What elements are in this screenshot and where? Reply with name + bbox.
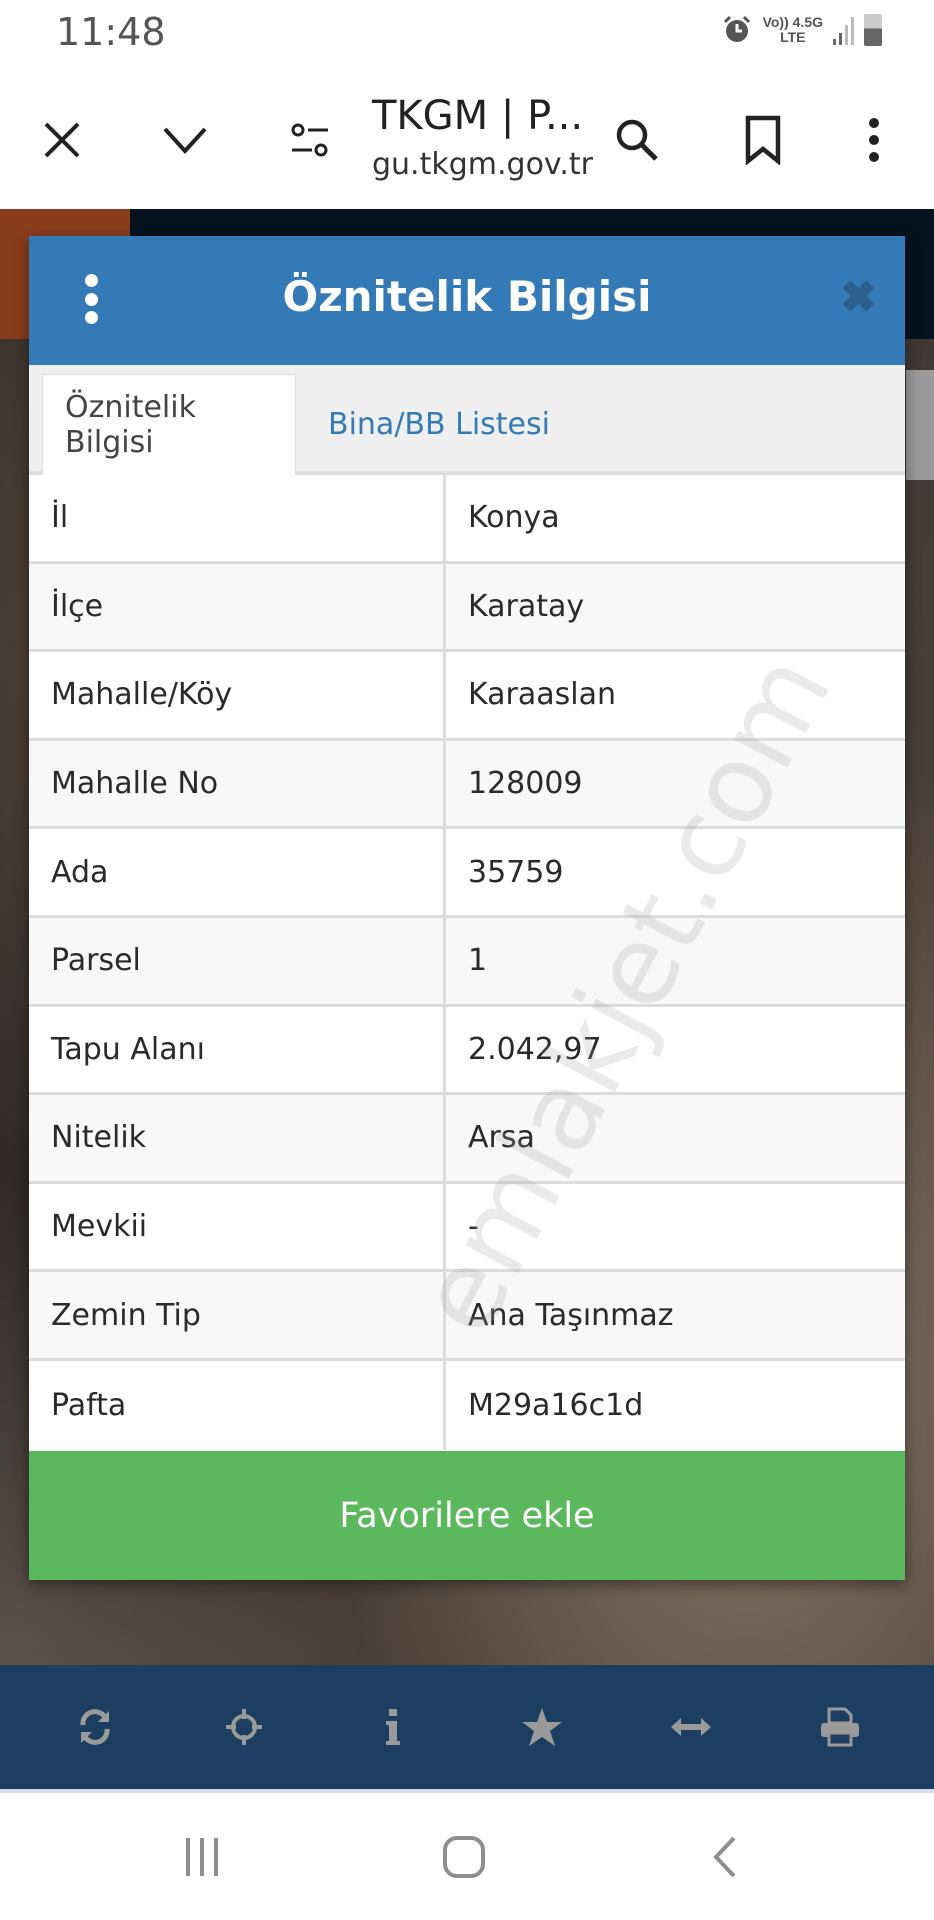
chevron-down-icon	[163, 127, 207, 154]
page-url[interactable]: gu.tkgm.gov.tr	[372, 147, 593, 182]
table-row: Mahalle/Köy Karaaslan	[29, 652, 905, 741]
row-key: Nitelik	[29, 1095, 446, 1181]
table-row: Ada 35759	[29, 829, 905, 918]
page-title[interactable]: TKGM | P...	[372, 93, 583, 139]
row-key: Mahalle No	[29, 740, 446, 827]
signal-icon	[833, 15, 854, 45]
network-type: Vo)) 4.5G LTE	[762, 14, 823, 45]
measure-button[interactable]	[661, 1697, 721, 1757]
minimize-button[interactable]	[155, 110, 215, 170]
table-row: Parsel 1	[29, 917, 905, 1007]
browser-toolbar: TKGM | P... gu.tkgm.gov.tr	[0, 75, 934, 209]
map-scrollbar[interactable]	[906, 370, 934, 480]
locate-button[interactable]	[214, 1697, 274, 1757]
table-row: Mevkii -	[29, 1183, 905, 1273]
map-toolbar	[0, 1665, 934, 1793]
locate-icon	[225, 1709, 262, 1745]
row-key: Mevkii	[29, 1183, 446, 1270]
status-icons: Vo)) 4.5G LTE	[721, 14, 882, 46]
table-row: Tapu Alanı 2.042,97	[29, 1006, 905, 1096]
bookmark-icon	[745, 115, 781, 165]
modal-header: Öznitelik Bilgisi ✖	[29, 236, 905, 365]
row-value: -	[468, 1209, 479, 1245]
row-value: M29a16c1d	[468, 1387, 644, 1423]
row-value: Karatay	[468, 588, 585, 624]
row-key: Tapu Alanı	[29, 1006, 446, 1093]
row-key: İl	[29, 475, 446, 561]
find-button[interactable]	[607, 110, 667, 170]
modal-title: Öznitelik Bilgisi	[282, 272, 652, 321]
row-key: İlçe	[29, 563, 446, 650]
home-icon	[443, 1836, 485, 1878]
table-row: Mahalle No 128009	[29, 740, 905, 830]
table-row: İl Konya	[29, 475, 905, 564]
table-row: Pafta M29a16c1d	[29, 1360, 905, 1450]
close-icon[interactable]: ✖	[840, 276, 877, 320]
row-value: 1	[468, 943, 488, 979]
row-value: Konya	[468, 500, 560, 536]
tab-attribute-info[interactable]: Öznitelik Bilgisi	[42, 374, 296, 475]
row-value: 2.042,97	[468, 1031, 602, 1067]
attribute-table: İl Konya İlçe Karatay Mahalle/Köy Karaaslan…	[29, 475, 905, 1450]
home-button[interactable]	[434, 1827, 494, 1887]
back-icon	[713, 1836, 736, 1878]
add-to-favorites-button[interactable]: Favorilere ekle	[29, 1451, 905, 1580]
tab-building-list[interactable]: Bina/BB Listesi	[306, 374, 572, 475]
star-icon	[521, 1708, 562, 1746]
bookmark-button[interactable]	[733, 110, 793, 170]
print-button[interactable]	[810, 1697, 870, 1757]
status-bar: 11:48 Vo)) 4.5G LTE	[0, 0, 934, 75]
info-button[interactable]	[363, 1697, 423, 1757]
row-value: 35759	[468, 854, 564, 890]
close-tab-button[interactable]	[32, 110, 92, 170]
row-key: Mahalle/Köy	[29, 652, 446, 738]
info-icon	[385, 1709, 400, 1745]
battery-icon	[864, 14, 882, 46]
refresh-button[interactable]	[65, 1697, 125, 1757]
row-key: Parsel	[29, 917, 446, 1004]
modal-tabs: Öznitelik Bilgisi Bina/BB Listesi	[29, 365, 905, 475]
print-icon	[820, 1707, 859, 1747]
row-value: Ana Taşınmaz	[468, 1297, 674, 1333]
more-vert-icon	[869, 118, 879, 162]
refresh-icon	[79, 1709, 110, 1745]
row-key: Zemin Tip	[29, 1272, 446, 1358]
row-key: Pafta	[29, 1360, 446, 1450]
row-value: 128009	[468, 766, 583, 802]
favorites-button[interactable]	[512, 1697, 572, 1757]
site-settings-button[interactable]	[280, 110, 340, 170]
recent-apps-button[interactable]	[172, 1827, 232, 1887]
more-options-button[interactable]	[844, 110, 904, 170]
table-row: İlçe Karatay	[29, 563, 905, 653]
close-icon	[44, 122, 80, 158]
table-row: Nitelik Arsa	[29, 1095, 905, 1184]
status-time: 11:48	[56, 10, 166, 54]
back-button[interactable]	[695, 1827, 755, 1887]
site-settings-icon	[291, 123, 328, 157]
row-value: Karaaslan	[468, 677, 616, 713]
table-row: Zemin Tip Ana Taşınmaz	[29, 1272, 905, 1361]
system-nav-bar	[0, 1797, 934, 1920]
search-icon	[616, 119, 658, 161]
alarm-icon	[723, 15, 750, 42]
attribute-info-modal: Öznitelik Bilgisi ✖ Öznitelik Bilgisi Bi…	[29, 236, 905, 1580]
row-value: Arsa	[468, 1120, 535, 1156]
row-key: Ada	[29, 829, 446, 915]
recent-apps-icon	[186, 1838, 218, 1876]
measure-icon	[670, 1718, 711, 1736]
